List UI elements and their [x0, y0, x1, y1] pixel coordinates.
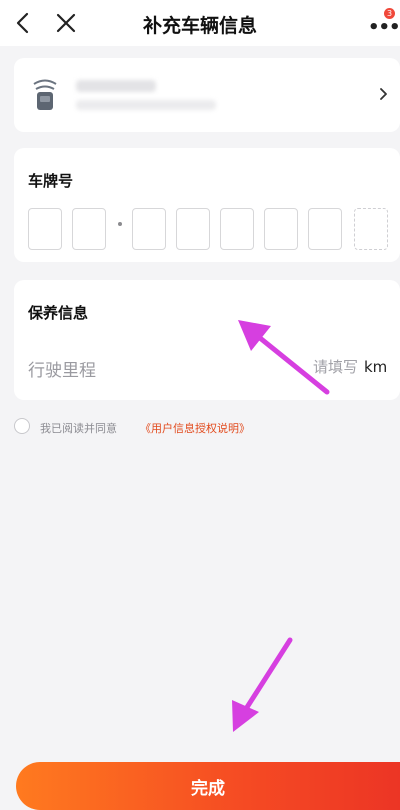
- vehicle-detail-placeholder: [76, 100, 216, 110]
- plate-char-box-4[interactable]: [176, 208, 210, 250]
- chevron-right-icon: [380, 88, 387, 100]
- notification-badge: 3: [384, 8, 395, 19]
- done-button[interactable]: 完成: [16, 762, 400, 810]
- plate-char-box-7[interactable]: [308, 208, 342, 250]
- plate-char-box-new-energy[interactable]: [354, 208, 388, 250]
- vehicle-name-placeholder: [76, 80, 156, 92]
- vehicle-select-card[interactable]: [14, 58, 400, 132]
- plate-separator-dot: [118, 222, 122, 226]
- car-thumbnail-icon: [33, 79, 57, 110]
- plate-char-box-6[interactable]: [264, 208, 298, 250]
- mileage-label: 行驶里程: [28, 361, 96, 381]
- plate-char-box-5[interactable]: [220, 208, 254, 250]
- mileage-unit: km: [364, 358, 388, 376]
- agreement-row: 我已阅读并同意 《用户信息授权说明》: [14, 416, 394, 440]
- maintenance-info-card: 保养信息 行驶里程 km: [14, 280, 400, 400]
- more-menu-button[interactable]: ••• 3: [366, 8, 400, 38]
- maintenance-title: 保养信息: [28, 304, 89, 322]
- page-title: 补充车辆信息: [142, 15, 257, 37]
- plate-char-box-2[interactable]: [72, 208, 106, 250]
- agreement-text: 我已阅读并同意: [40, 422, 117, 435]
- plate-label: 车牌号: [28, 172, 74, 190]
- annotation-arrow-lower: [232, 637, 293, 732]
- top-nav-bar: 补充车辆信息 ••• 3: [0, 0, 400, 46]
- agreement-link[interactable]: 《用户信息授权说明》: [140, 420, 250, 436]
- mileage-input[interactable]: [294, 354, 358, 380]
- plate-char-box-1[interactable]: [28, 208, 62, 250]
- more-dots-icon: •••: [368, 17, 400, 38]
- agreement-radio[interactable]: [14, 418, 30, 434]
- license-plate-card: 车牌号: [14, 148, 400, 262]
- plate-char-box-3[interactable]: [132, 208, 166, 250]
